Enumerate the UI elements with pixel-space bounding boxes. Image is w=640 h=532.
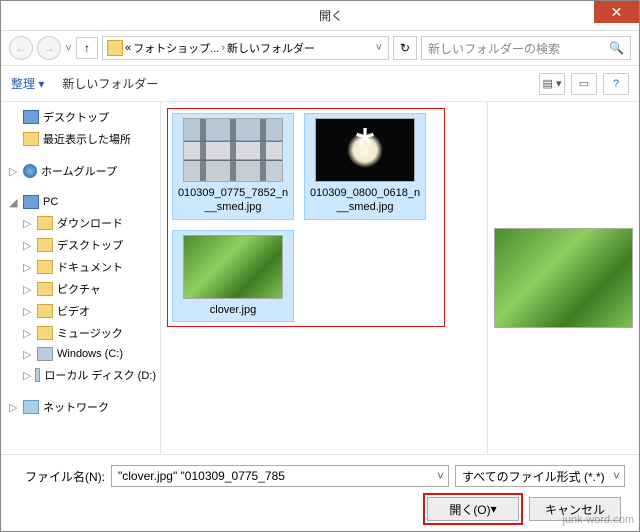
body: デスクトップ 最近表示した場所 ▷ホームグループ ◢PC ▷ダウンロード ▷デス… bbox=[1, 102, 639, 454]
filetype-filter[interactable]: すべてのファイル形式 (*.*) bbox=[455, 465, 625, 487]
tree-homegroup[interactable]: ▷ホームグループ bbox=[5, 160, 160, 182]
cancel-button[interactable]: キャンセル bbox=[529, 497, 621, 521]
tree-downloads[interactable]: ▷ダウンロード bbox=[5, 212, 160, 234]
tree-pc[interactable]: ◢PC bbox=[5, 192, 160, 212]
crumb-2[interactable]: 新しいフォルダー bbox=[227, 40, 315, 56]
file-list[interactable]: 010309_0775_7852_n__smed.jpg 010309_0800… bbox=[161, 102, 487, 454]
back-button[interactable]: ← bbox=[9, 36, 33, 60]
toolbar: 整理 ▾ 新しいフォルダー ▤ ▾ ▭ ? bbox=[1, 66, 639, 102]
folder-icon bbox=[107, 40, 123, 56]
file-label: 010309_0775_7852_n__smed.jpg bbox=[177, 186, 289, 215]
preview-toggle-button[interactable]: ▭ bbox=[571, 73, 597, 95]
organize-menu[interactable]: 整理 ▾ bbox=[11, 75, 44, 92]
search-icon: 🔍 bbox=[609, 41, 624, 55]
file-label: 010309_0800_0618_n__smed.jpg bbox=[309, 186, 421, 215]
crumb-1[interactable]: フォトショップ... bbox=[133, 40, 219, 56]
close-button[interactable]: ✕ bbox=[594, 1, 639, 23]
thumbnail-icon bbox=[183, 118, 283, 182]
chevron-right-icon: › bbox=[221, 42, 225, 54]
file-thumb[interactable]: clover.jpg bbox=[172, 230, 294, 322]
window-title: 開く bbox=[23, 7, 639, 24]
tree-desktop[interactable]: デスクトップ bbox=[5, 106, 160, 128]
tree-music[interactable]: ▷ミュージック bbox=[5, 322, 160, 344]
search-placeholder: 新しいフォルダーの検索 bbox=[428, 40, 560, 57]
nav-tree[interactable]: デスクトップ 最近表示した場所 ▷ホームグループ ◢PC ▷ダウンロード ▷デス… bbox=[1, 102, 161, 454]
tree-documents[interactable]: ▷ドキュメント bbox=[5, 256, 160, 278]
selection-highlight: 010309_0775_7852_n__smed.jpg 010309_0800… bbox=[167, 108, 445, 327]
view-mode-button[interactable]: ▤ ▾ bbox=[539, 73, 565, 95]
preview-pane bbox=[487, 102, 639, 454]
file-thumb[interactable]: 010309_0775_7852_n__smed.jpg bbox=[172, 113, 294, 220]
filename-input[interactable]: "clover.jpg" "010309_0775_785 bbox=[111, 465, 449, 487]
title-bar: 開く ✕ bbox=[1, 1, 639, 31]
open-button[interactable]: 開く(O) ▾ bbox=[427, 497, 519, 521]
file-thumb[interactable]: 010309_0800_0618_n__smed.jpg bbox=[304, 113, 426, 220]
history-dropdown-icon[interactable]: ˅ bbox=[65, 41, 72, 55]
tree-cdrive[interactable]: ▷Windows (C:) bbox=[5, 344, 160, 364]
tree-network[interactable]: ▷ネットワーク bbox=[5, 396, 160, 418]
filename-label: ファイル名(N): bbox=[15, 468, 105, 485]
search-input[interactable]: 新しいフォルダーの検索 🔍 bbox=[421, 36, 631, 60]
thumbnail-icon bbox=[183, 235, 283, 299]
thumbnail-icon bbox=[315, 118, 415, 182]
file-label: clover.jpg bbox=[210, 303, 256, 317]
tree-recent[interactable]: 最近表示した場所 bbox=[5, 128, 160, 150]
footer: ファイル名(N): "clover.jpg" "010309_0775_785 … bbox=[1, 454, 639, 531]
breadcrumb[interactable]: « フォトショップ... › 新しいフォルダー ˅ bbox=[102, 36, 389, 60]
tree-pictures[interactable]: ▷ピクチャ bbox=[5, 278, 160, 300]
refresh-button[interactable]: ↻ bbox=[393, 36, 417, 60]
new-folder-button[interactable]: 新しいフォルダー bbox=[62, 75, 158, 92]
forward-button[interactable]: → bbox=[37, 36, 61, 60]
nav-bar: ← → ˅ ↑ « フォトショップ... › 新しいフォルダー ˅ ↻ 新しいフ… bbox=[1, 31, 639, 66]
help-button[interactable]: ? bbox=[603, 73, 629, 95]
crumb-sep: « bbox=[125, 42, 131, 54]
tree-desktop2[interactable]: ▷デスクトップ bbox=[5, 234, 160, 256]
preview-image bbox=[494, 228, 633, 328]
tree-ddrive[interactable]: ▷ローカル ディスク (D:) bbox=[5, 364, 160, 386]
up-button[interactable]: ↑ bbox=[76, 37, 98, 59]
path-dropdown-icon[interactable]: ˅ bbox=[374, 42, 384, 54]
tree-videos[interactable]: ▷ビデオ bbox=[5, 300, 160, 322]
open-dialog: 開く ✕ ← → ˅ ↑ « フォトショップ... › 新しいフォルダー ˅ ↻… bbox=[0, 0, 640, 532]
